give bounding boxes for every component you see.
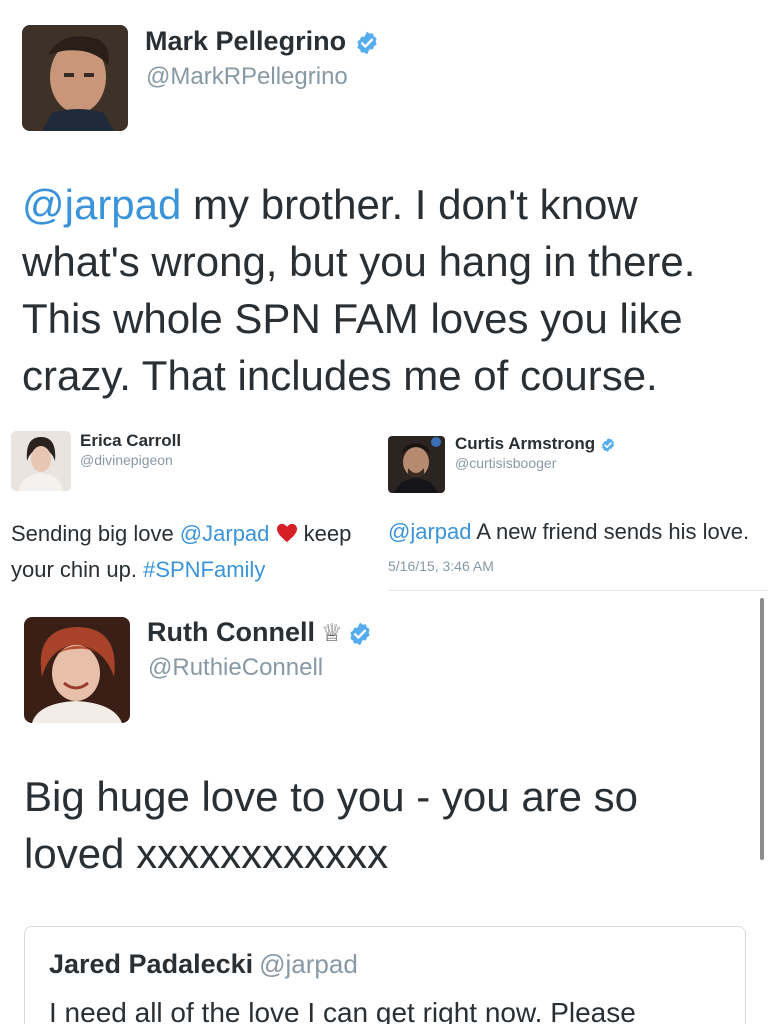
- quoted-tweet-text: I need all of the love I can get right n…: [49, 997, 636, 1024]
- display-name[interactable]: Ruth Connell ♕: [147, 617, 373, 648]
- heart-emoji-icon: [276, 521, 298, 546]
- display-name[interactable]: Mark Pellegrino: [145, 26, 380, 57]
- mention-link[interactable]: @jarpad: [388, 519, 472, 544]
- quoted-tweet-author[interactable]: Jared Padalecki @jarpad: [49, 949, 358, 980]
- avatar-erica-carroll[interactable]: [11, 431, 71, 491]
- avatar-photo: [22, 25, 128, 131]
- username[interactable]: @RuthieConnell: [148, 654, 323, 682]
- verified-badge-icon: [349, 622, 370, 646]
- display-name-text[interactable]: Curtis Armstrong: [455, 434, 595, 453]
- scrollbar[interactable]: [760, 598, 764, 860]
- mention-link[interactable]: @jarpad: [22, 181, 181, 228]
- verified-badge-icon: [356, 31, 377, 55]
- avatar-photo: [388, 436, 445, 493]
- username[interactable]: @divinepigeon: [80, 452, 173, 468]
- crown-emoji-icon: ♕: [320, 620, 343, 648]
- avatar-photo: [24, 617, 130, 723]
- mention-link[interactable]: @Jarpad: [180, 521, 270, 546]
- avatar-mark-pellegrino[interactable]: [22, 25, 128, 131]
- avatar-ruth-connell[interactable]: [24, 617, 130, 723]
- quoted-display-name[interactable]: Jared Padalecki: [49, 949, 253, 979]
- display-name[interactable]: Curtis Armstrong: [455, 434, 616, 454]
- tweet-text: Big huge love to you - you are so loved …: [24, 773, 639, 877]
- timestamp[interactable]: 5/16/15, 3:46 AM: [388, 558, 494, 574]
- quoted-username[interactable]: @jarpad: [259, 949, 358, 979]
- avatar-curtis-armstrong[interactable]: [388, 436, 445, 493]
- display-name-text[interactable]: Ruth Connell: [147, 617, 315, 647]
- hashtag-link[interactable]: #SPNFamily: [143, 557, 265, 582]
- tweet-body: A new friend sends his love.: [471, 519, 750, 544]
- tweet-text: @jarpad A new friend sends his love.: [388, 516, 768, 548]
- tweet-text: Sending big love @Jarpad keep your chin …: [11, 516, 383, 588]
- username[interactable]: @MarkRPellegrino: [146, 63, 348, 91]
- username[interactable]: @curtisisbooger: [455, 455, 556, 471]
- verified-badge-icon: [601, 437, 614, 452]
- tweet-text: @jarpad my brother. I don't know what's …: [22, 176, 752, 404]
- display-name[interactable]: Erica Carroll: [80, 431, 181, 451]
- quoted-tweet-card[interactable]: Jared Padalecki @jarpad I need all of the…: [24, 926, 746, 1024]
- tweet-body-start: Sending big love: [11, 521, 180, 546]
- display-name-text[interactable]: Mark Pellegrino: [145, 26, 346, 56]
- divider: [388, 590, 768, 591]
- avatar-photo: [11, 431, 71, 491]
